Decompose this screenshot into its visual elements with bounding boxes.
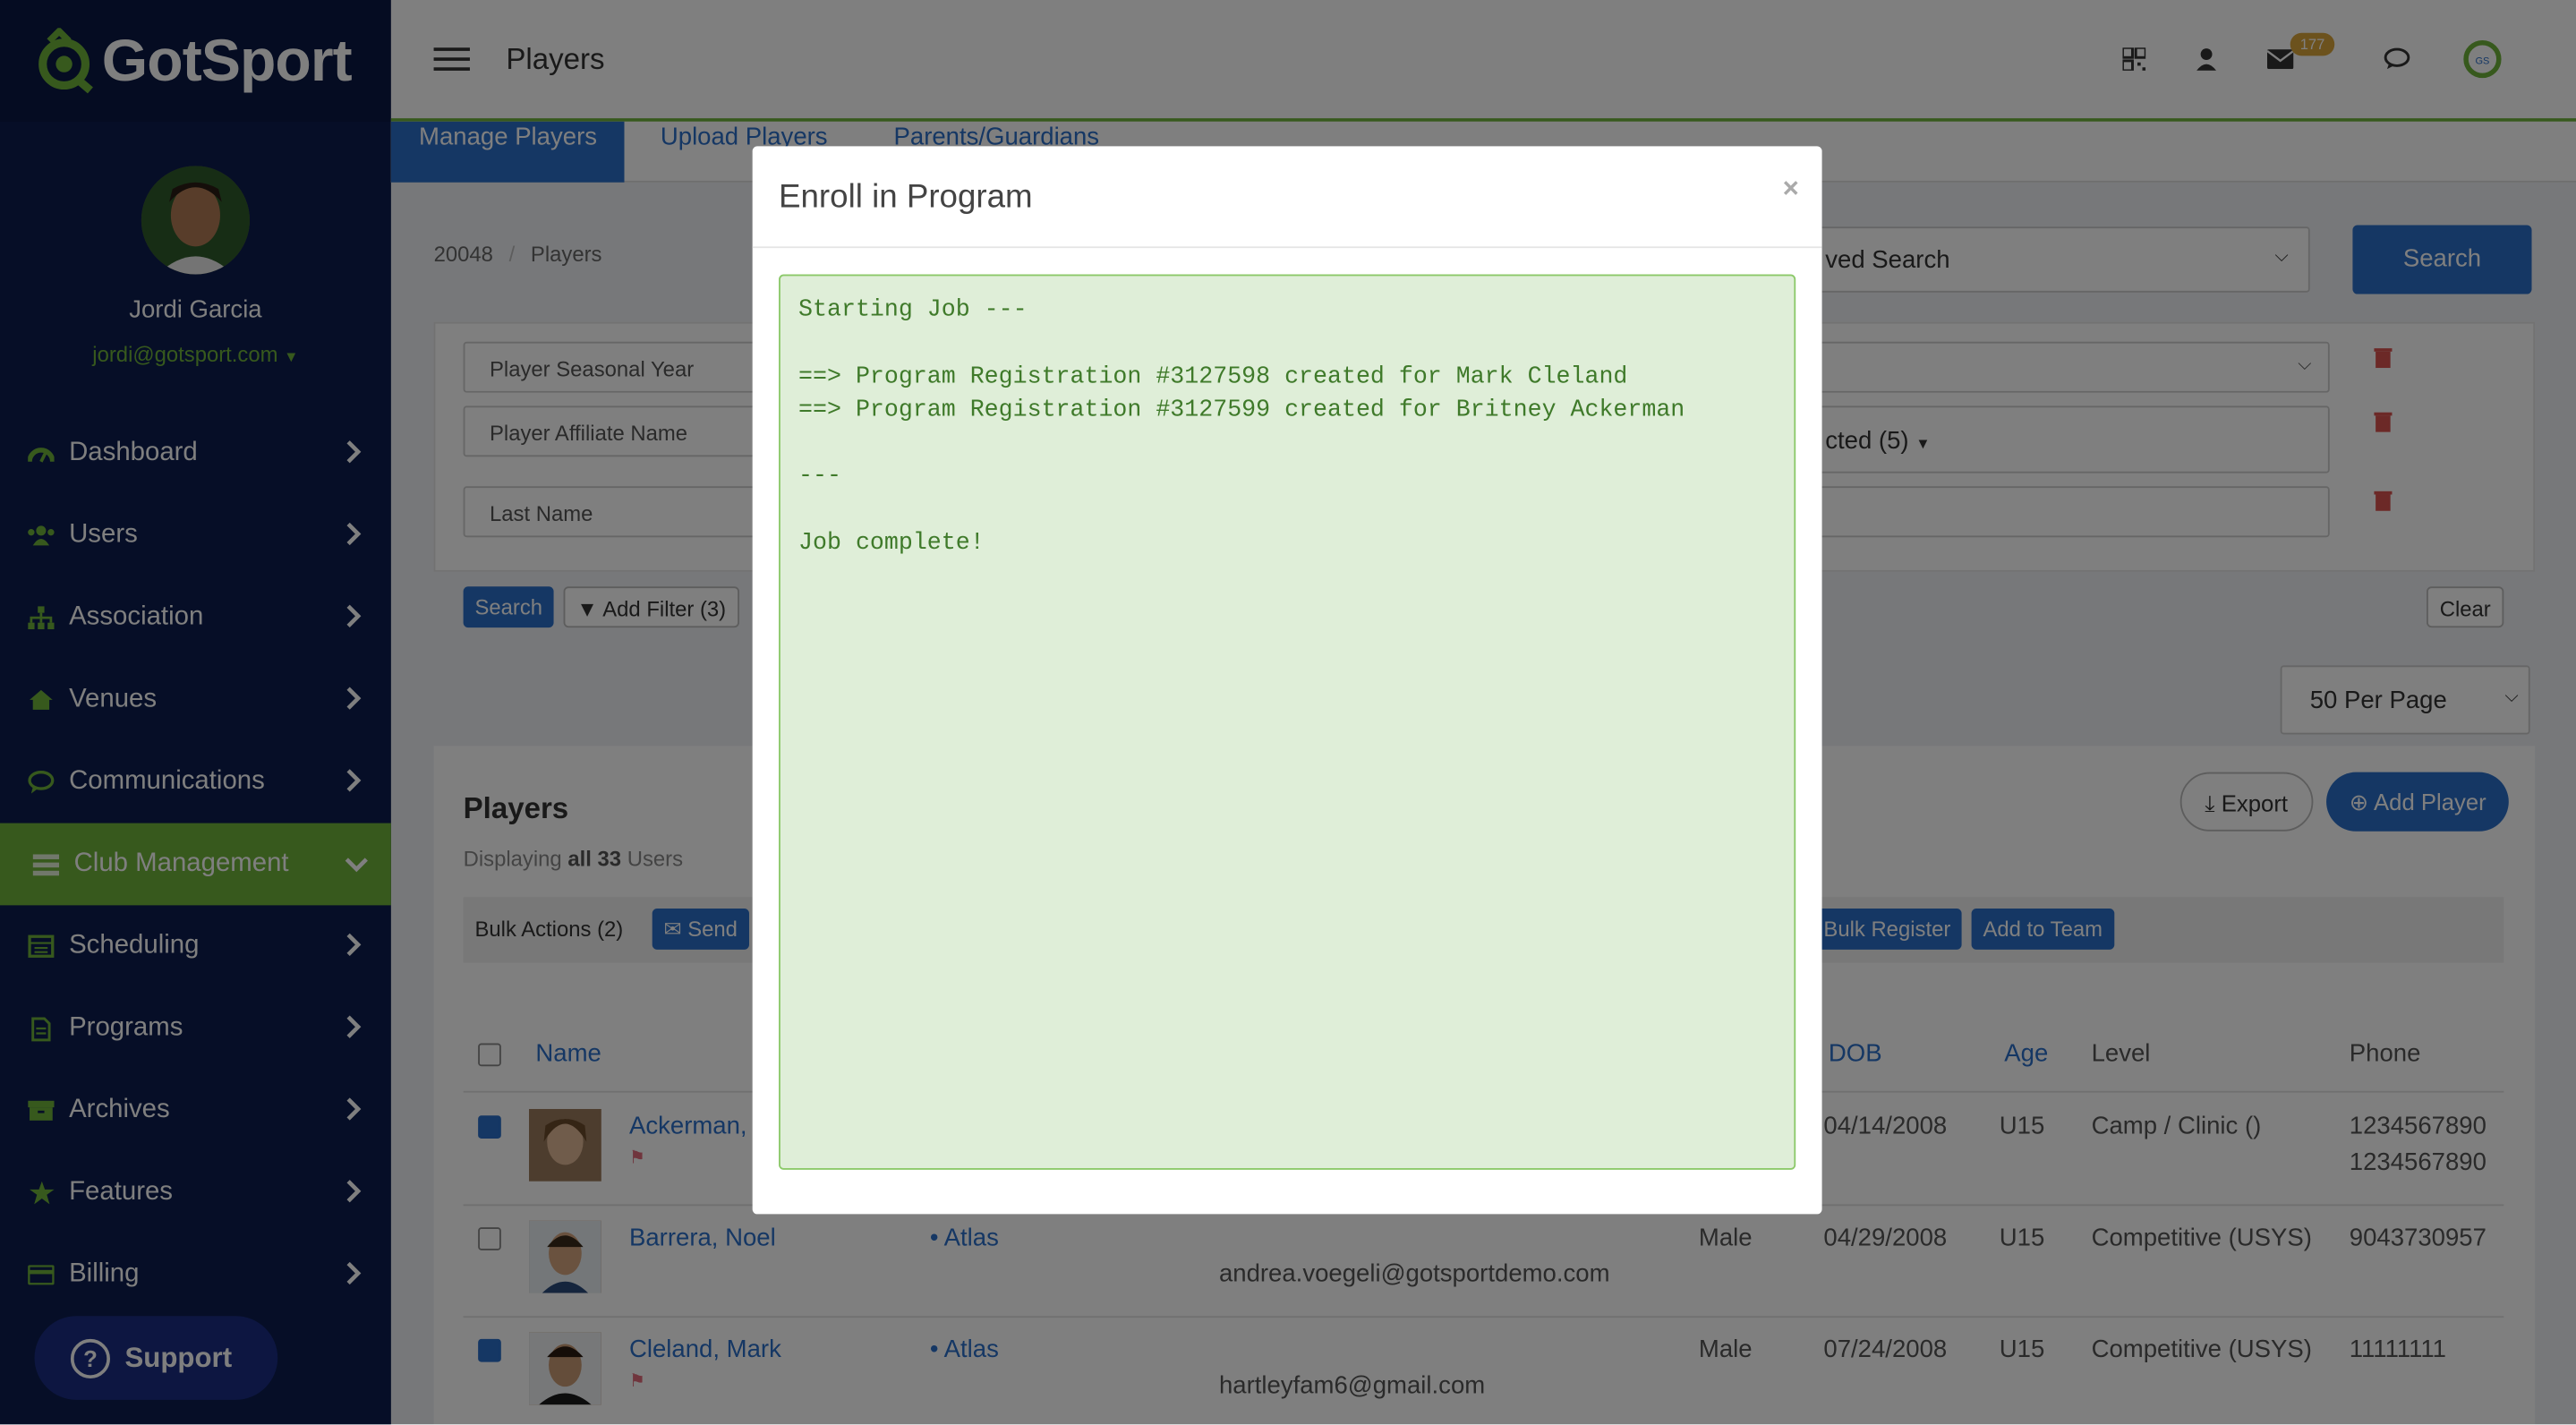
close-icon[interactable]: × [1783, 173, 1799, 206]
job-log-output: Starting Job --- ==> Program Registratio… [779, 274, 1796, 1170]
modal-title: Enroll in Program [752, 146, 1822, 249]
app-root: GotSport Jordi Garcia jordi@gotsport.com… [0, 0, 2576, 1425]
enroll-program-modal: Enroll in Program × Starting Job --- ==>… [752, 146, 1822, 1215]
